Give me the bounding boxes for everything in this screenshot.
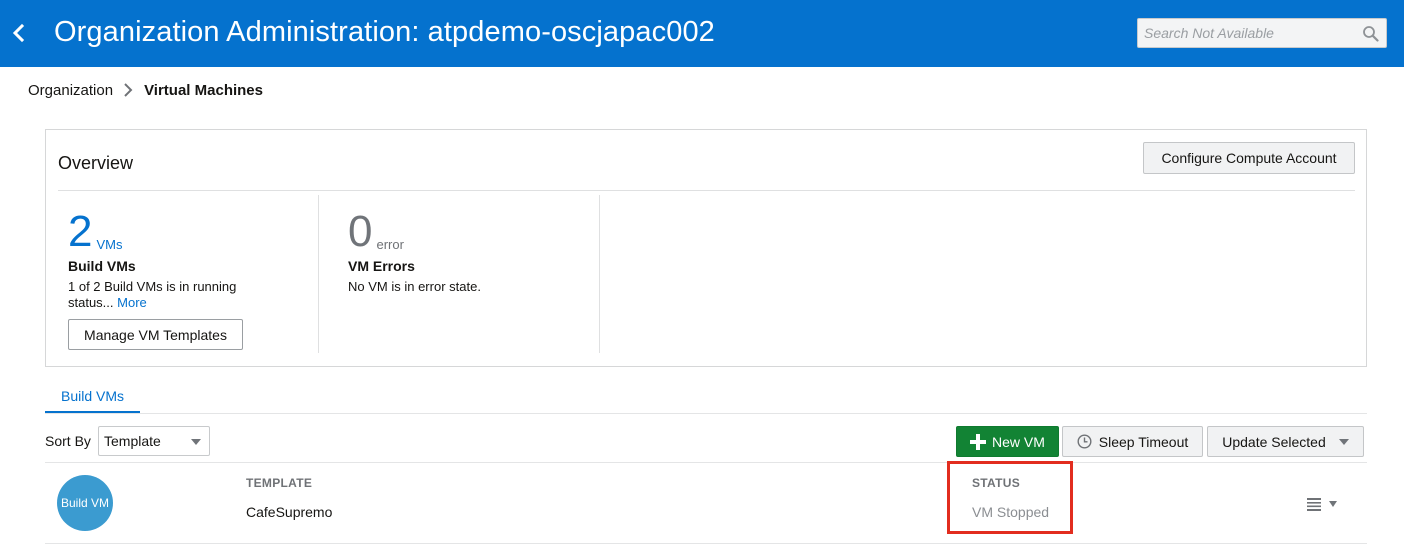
caret-down-icon bbox=[1338, 438, 1349, 445]
overview-divider bbox=[58, 190, 1355, 191]
manage-vm-templates-button[interactable]: Manage VM Templates bbox=[68, 319, 243, 350]
vm-errors-label: VM Errors bbox=[348, 258, 415, 274]
row-actions-menu[interactable] bbox=[1306, 494, 1344, 514]
overview-title: Overview bbox=[58, 153, 134, 173]
caret-down-icon bbox=[191, 439, 201, 445]
update-selected-label: Update Selected bbox=[1222, 433, 1326, 450]
breadcrumb-organization-link[interactable]: Organization bbox=[28, 82, 113, 99]
build-vms-desc-line1: 1 of 2 Build VMs is in running bbox=[68, 279, 237, 294]
template-column-header: TEMPLATE bbox=[246, 476, 313, 490]
vm-errors-count: 0 bbox=[348, 207, 373, 256]
update-selected-button[interactable]: Update Selected bbox=[1207, 426, 1364, 457]
search-box[interactable] bbox=[1137, 18, 1387, 48]
sleep-timeout-label: Sleep Timeout bbox=[1098, 433, 1189, 450]
row-divider bbox=[45, 543, 1367, 544]
build-vms-metric: 2 VMs Build VMs 1 of 2 Build VMs is in ru… bbox=[68, 210, 308, 311]
sort-by-select[interactable]: Template bbox=[98, 426, 210, 456]
back-button[interactable] bbox=[8, 20, 30, 46]
caret-down-icon bbox=[1329, 501, 1337, 507]
sort-by-label: Sort By bbox=[45, 433, 91, 449]
breadcrumb-current: Virtual Machines bbox=[144, 81, 263, 99]
search-input[interactable] bbox=[1138, 19, 1356, 47]
build-vms-description: 1 of 2 Build VMs is in running status...… bbox=[68, 279, 308, 311]
more-link[interactable]: More bbox=[117, 295, 147, 310]
plus-icon bbox=[970, 433, 986, 450]
avatar: Build VM bbox=[57, 475, 113, 531]
breadcrumb: Organization Virtual Machines bbox=[28, 80, 263, 100]
vm-errors-metric: 0 error VM Errors No VM is in error state… bbox=[348, 210, 588, 295]
chevron-right-icon bbox=[124, 83, 133, 97]
metric-separator bbox=[318, 195, 319, 353]
build-vms-count: 2 bbox=[68, 207, 93, 256]
sleep-timeout-button[interactable]: Sleep Timeout bbox=[1062, 426, 1203, 457]
metric-separator bbox=[599, 195, 600, 353]
build-vms-desc-line2: status... bbox=[68, 295, 114, 310]
new-vm-label: New VM bbox=[992, 433, 1045, 450]
page-header: Organization Administration: atpdemo-osc… bbox=[0, 0, 1404, 67]
chevron-left-icon bbox=[12, 23, 25, 43]
tab-build-vms[interactable]: Build VMs bbox=[45, 385, 140, 414]
status-highlight-box bbox=[947, 461, 1073, 534]
build-vms-unit: VMs bbox=[96, 237, 123, 252]
hamburger-menu-icon bbox=[1307, 498, 1321, 511]
sort-by-value: Template bbox=[104, 433, 161, 449]
configure-compute-account-button[interactable]: Configure Compute Account bbox=[1143, 142, 1355, 174]
template-value: CafeSupremo bbox=[246, 504, 333, 520]
vm-errors-description: No VM is in error state. bbox=[348, 279, 481, 294]
row-divider bbox=[45, 462, 1367, 463]
new-vm-button[interactable]: New VM bbox=[956, 426, 1059, 457]
build-vms-label: Build VMs bbox=[68, 258, 136, 274]
clock-icon bbox=[1077, 434, 1092, 449]
magnifier-icon[interactable] bbox=[1362, 25, 1379, 42]
page-title: Organization Administration: atpdemo-osc… bbox=[54, 16, 715, 48]
vm-errors-unit: error bbox=[376, 237, 404, 252]
tab-underline bbox=[45, 413, 1367, 414]
overview-panel: Overview Configure Compute Account 2 VMs … bbox=[45, 129, 1367, 367]
